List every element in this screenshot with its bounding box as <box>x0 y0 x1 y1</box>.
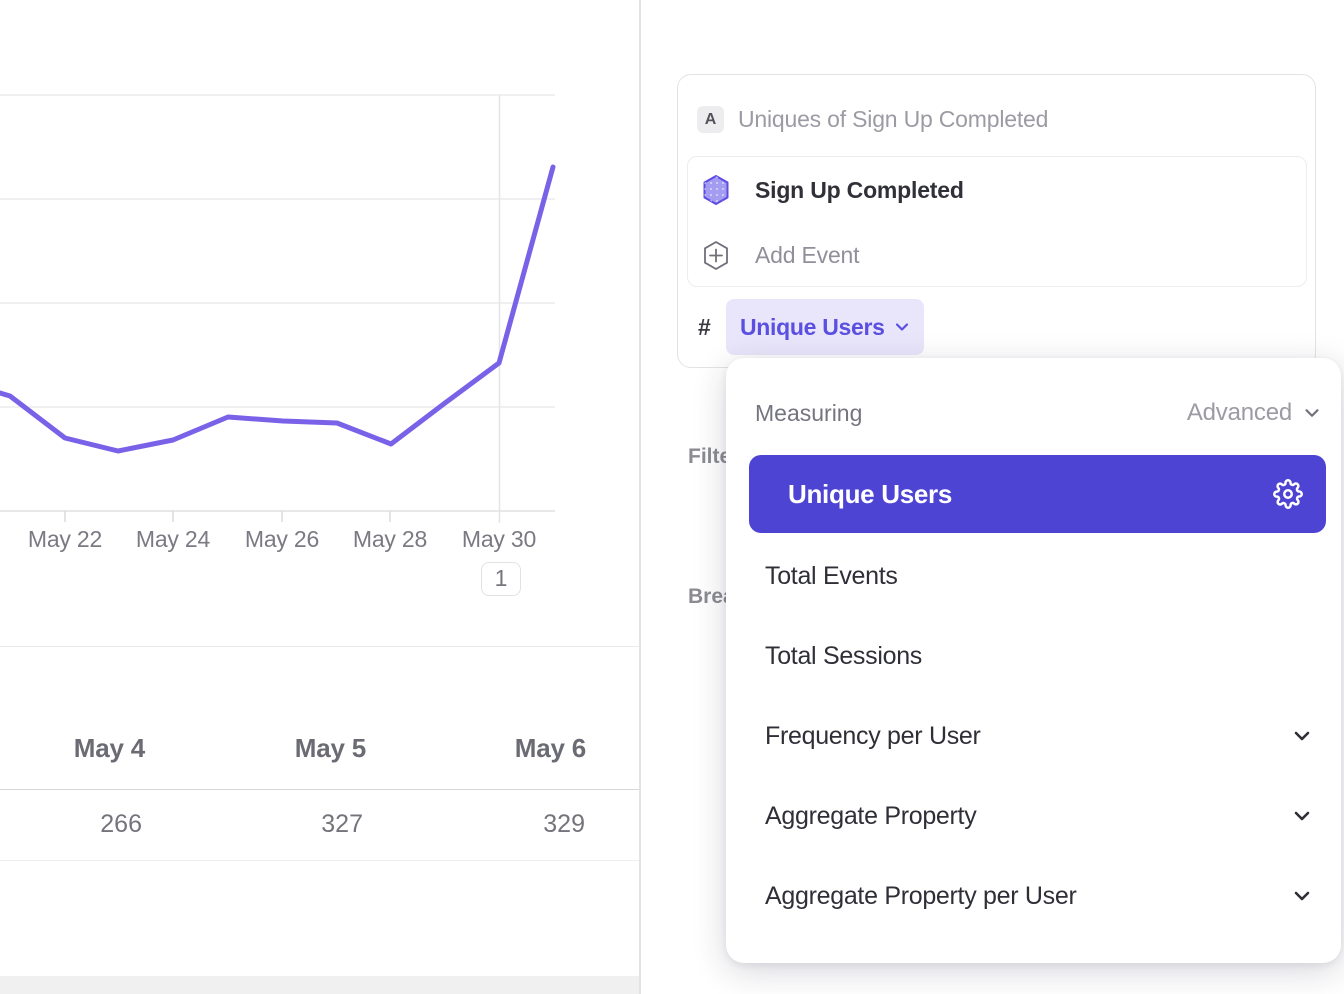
query-summary-label: Uniques of Sign Up Completed <box>738 106 1048 133</box>
add-event-row[interactable]: Add Event <box>688 227 1306 283</box>
x-axis-label: May 24 <box>118 526 228 553</box>
menu-item-total-events[interactable]: Total Events <box>726 536 1341 616</box>
menu-item-unique-users-selected[interactable]: Unique Users <box>749 455 1326 533</box>
table-header-cell: May 6 <box>366 718 586 778</box>
measure-hash-label: # <box>698 299 711 355</box>
advanced-mode-value: Advanced <box>1187 399 1292 427</box>
chevron-down-icon <box>892 317 912 337</box>
table-header-cell: May 4 <box>0 718 145 778</box>
table-header-border <box>0 789 639 790</box>
menu-item-aggregate-property[interactable]: Aggregate Property <box>726 776 1341 856</box>
add-event-icon <box>702 240 730 271</box>
gear-icon[interactable] <box>1273 479 1303 509</box>
measure-selector-value: Unique Users <box>740 314 885 341</box>
table-header-cell: May 5 <box>146 718 366 778</box>
event-hexagon-icon <box>702 174 730 206</box>
menu-item-label: Unique Users <box>788 479 1273 510</box>
menu-item-label: Aggregate Property per User <box>765 882 1290 911</box>
metric-query-card: A Uniques of Sign Up Completed Sign <box>677 74 1316 368</box>
analytics-insights-screen: May 22 May 24 May 26 May 28 May 30 1 May… <box>0 0 1344 994</box>
table-value-cell: 327 <box>143 794 363 854</box>
series-number-badge[interactable]: 1 <box>481 562 521 596</box>
menu-item-frequency-per-user[interactable]: Frequency per User <box>726 696 1341 776</box>
series-letter-badge[interactable]: A <box>697 106 724 133</box>
chevron-down-icon <box>1301 402 1323 424</box>
panel-divider <box>639 0 641 994</box>
chevron-down-icon <box>1290 804 1314 828</box>
measure-selector-pill[interactable]: Unique Users <box>726 299 924 355</box>
measuring-dropdown-menu: Measuring Advanced Unique Users Total Ev… <box>726 358 1341 963</box>
x-axis-label: May 26 <box>227 526 337 553</box>
table-row-border <box>0 860 639 861</box>
event-row-sign-up-completed[interactable]: Sign Up Completed <box>688 162 1306 218</box>
event-name: Sign Up Completed <box>755 177 964 204</box>
chevron-down-icon <box>1290 884 1314 908</box>
table-value-cell: 266 <box>0 794 142 854</box>
measuring-label: Measuring <box>755 400 862 427</box>
menu-item-label: Total Events <box>765 562 1341 591</box>
advanced-mode-selector[interactable]: Advanced <box>1187 399 1323 427</box>
line-chart: May 22 May 24 May 26 May 28 May 30 1 <box>0 0 639 620</box>
chevron-down-icon <box>1290 724 1314 748</box>
event-list-card: Sign Up Completed Add Event <box>687 156 1307 287</box>
menu-item-aggregate-property-per-user[interactable]: Aggregate Property per User <box>726 856 1341 936</box>
menu-item-label: Aggregate Property <box>765 802 1290 831</box>
table-top-border <box>0 646 639 647</box>
x-axis-label: May 22 <box>10 526 120 553</box>
horizontal-scrollbar-track[interactable] <box>0 976 639 994</box>
menu-item-label: Frequency per User <box>765 722 1290 751</box>
x-axis-label: May 30 <box>444 526 554 553</box>
chart-line-series-a <box>0 167 553 451</box>
menu-item-total-sessions[interactable]: Total Sessions <box>726 616 1341 696</box>
measurement-row: # Unique Users <box>678 299 1315 355</box>
x-axis-label: May 28 <box>335 526 445 553</box>
dropdown-header: Measuring Advanced <box>755 388 1323 438</box>
table-value-cell: 329 <box>365 794 585 854</box>
menu-item-label: Total Sessions <box>765 642 1341 671</box>
add-event-label: Add Event <box>755 242 859 269</box>
